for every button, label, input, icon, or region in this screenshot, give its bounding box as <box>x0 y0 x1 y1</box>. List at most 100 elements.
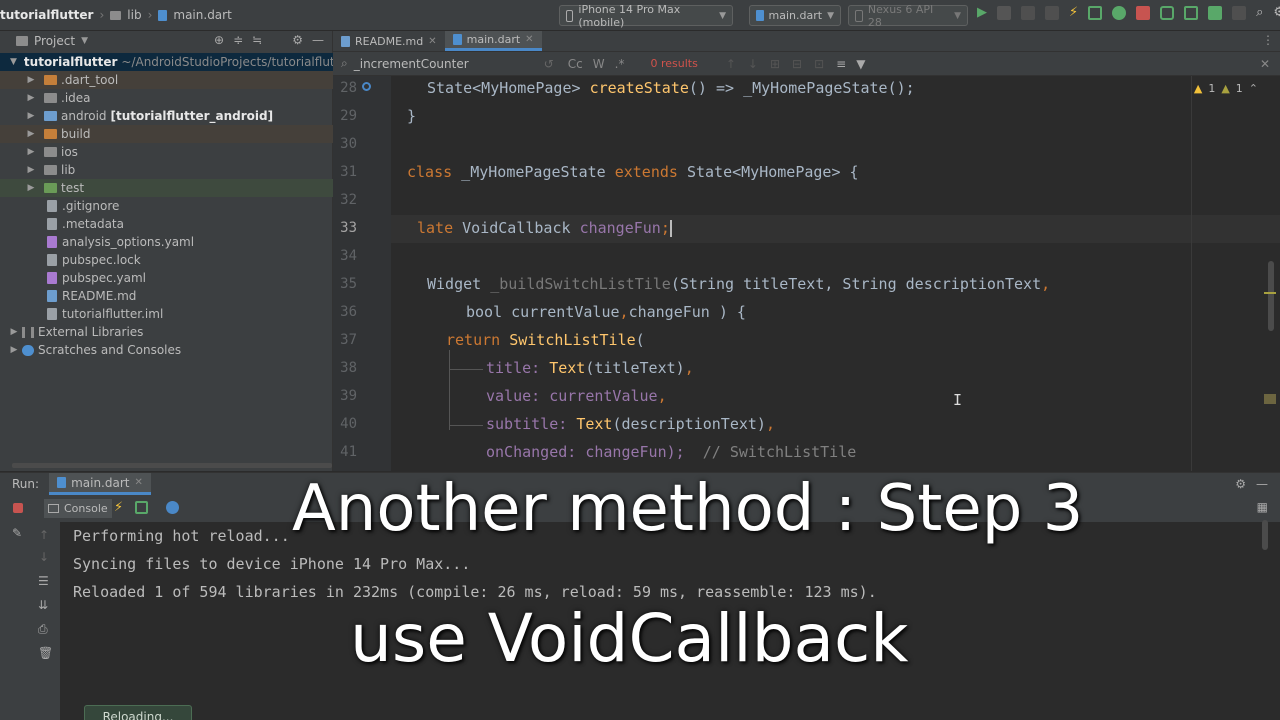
vertical-scrollbar[interactable] <box>1268 261 1274 331</box>
chevron-right-icon[interactable]: ▶ <box>26 111 36 121</box>
breadcrumb-project[interactable]: tutorialflutter <box>0 8 93 22</box>
run-tab-main-dart[interactable]: main.dart ✕ <box>49 473 151 495</box>
gear-icon[interactable]: ⚙ <box>1235 477 1246 491</box>
tree-item-iml[interactable]: tutorialflutter.iml <box>0 305 333 323</box>
sdk-manager-icon[interactable] <box>1184 6 1199 20</box>
device-manager-icon[interactable] <box>1160 6 1175 20</box>
tree-item-pubspec-yaml[interactable]: pubspec.yaml <box>0 269 333 287</box>
tree-item-gitignore[interactable]: .gitignore <box>0 197 333 215</box>
multiline-icon[interactable]: ≡ <box>836 57 846 71</box>
chevron-right-icon[interactable]: ▶ <box>26 147 36 157</box>
chevron-right-icon[interactable]: ▶ <box>9 345 19 355</box>
next-occurrence-icon[interactable]: ↓ <box>748 57 758 71</box>
error-stripe-marker[interactable] <box>1264 394 1276 404</box>
devtools-icon[interactable] <box>166 501 179 514</box>
hot-restart-icon[interactable] <box>1088 6 1103 20</box>
breadcrumb-lib[interactable]: lib <box>127 8 141 22</box>
tree-item-scratches[interactable]: ▶ Scratches and Consoles <box>0 341 333 359</box>
pin-icon[interactable]: ✎ <box>12 526 22 540</box>
add-selection-icon[interactable]: ⊞ <box>770 57 780 71</box>
horizontal-scrollbar[interactable] <box>12 463 332 468</box>
hot-reload-icon[interactable]: ⚡ <box>1069 6 1078 20</box>
stop-icon[interactable] <box>1136 6 1151 20</box>
chevron-right-icon[interactable]: ▶ <box>26 93 36 103</box>
search-icon[interactable]: ⌕ <box>1256 6 1263 20</box>
trash-icon[interactable]: 🗑 <box>38 646 53 660</box>
layout-icon[interactable]: ▦ <box>1257 500 1268 514</box>
avd-icon[interactable] <box>1208 6 1223 20</box>
tree-item-idea[interactable]: ▶ .idea <box>0 89 333 107</box>
expand-all-icon[interactable]: ≑ <box>233 33 243 47</box>
tree-item-lib[interactable]: ▶ lib <box>0 161 333 179</box>
tree-item-dart-tool[interactable]: ▶ .dart_tool <box>0 71 333 89</box>
regex-icon[interactable]: .* <box>615 57 625 71</box>
close-icon[interactable]: ✕ <box>428 36 436 47</box>
hot-restart-icon[interactable] <box>135 501 148 514</box>
chevron-right-icon[interactable]: ▶ <box>26 129 36 139</box>
close-icon[interactable]: ✕ <box>134 477 142 488</box>
code-editor[interactable]: 28 29 30 31 32 33 34 35 36 37 38 39 40 4… <box>333 76 1280 471</box>
run-icon[interactable]: ▶ <box>977 6 987 20</box>
error-stripe-marker[interactable] <box>1264 292 1276 294</box>
collapse-all-icon[interactable]: ≒ <box>252 33 262 47</box>
tab-readme[interactable]: README.md ✕ <box>333 31 445 51</box>
profile-icon[interactable] <box>1021 6 1035 20</box>
words-icon[interactable]: W <box>593 57 605 71</box>
inspection-widget[interactable]: ▲ 1 ▲ 1 ⌃ <box>1194 82 1258 95</box>
tree-item-readme[interactable]: README.md <box>0 287 333 305</box>
find-input[interactable]: _incrementCounter <box>354 57 514 71</box>
tab-main-dart[interactable]: main.dart ✕ <box>444 31 542 51</box>
tree-item-external-libraries[interactable]: ▶ External Libraries <box>0 323 333 341</box>
override-marker-icon[interactable] <box>362 82 371 91</box>
chevron-right-icon[interactable]: ▶ <box>26 75 36 85</box>
git-icon[interactable] <box>1232 6 1247 20</box>
close-icon[interactable]: ✕ <box>525 34 533 45</box>
tree-item-ios[interactable]: ▶ ios <box>0 143 333 161</box>
chevron-right-icon[interactable]: ▶ <box>9 327 19 337</box>
more-tabs-icon[interactable]: ⋮ <box>1262 33 1274 47</box>
coverage-icon[interactable] <box>1045 6 1059 20</box>
soft-wrap-icon[interactable]: ☰ <box>38 574 49 588</box>
remove-selection-icon[interactable]: ⊟ <box>792 57 802 71</box>
regex-history-icon[interactable]: ↺ <box>544 57 554 71</box>
hot-reload-icon[interactable]: ⚡ <box>114 500 123 515</box>
stop-icon[interactable] <box>13 503 23 513</box>
previous-occurrence-icon[interactable]: ↑ <box>726 57 736 71</box>
locate-icon[interactable]: ⊕ <box>214 33 224 47</box>
top-navigation-bar: tutorialflutter › lib › main.dart iPhone… <box>0 0 1280 31</box>
close-icon[interactable]: ✕ <box>1260 57 1270 71</box>
scroll-to-end-icon[interactable]: ⇊ <box>38 598 48 612</box>
tree-item-pubspec-lock[interactable]: pubspec.lock <box>0 251 333 269</box>
debug-icon[interactable] <box>997 6 1011 20</box>
chevron-right-icon[interactable]: ▶ <box>26 165 36 175</box>
tree-item-test[interactable]: ▶ test <box>0 179 333 197</box>
breadcrumb-file[interactable]: main.dart <box>173 8 231 22</box>
gear-icon[interactable]: ⚙ <box>292 33 303 47</box>
hide-icon[interactable]: — <box>312 33 324 47</box>
project-view-selector[interactable]: Project <box>34 34 75 48</box>
emulator-selector[interactable]: Nexus 6 API 28 ▼ <box>848 3 968 29</box>
hide-icon[interactable]: — <box>1256 477 1268 491</box>
up-icon[interactable]: ↑ <box>39 528 49 542</box>
tree-item-metadata[interactable]: .metadata <box>0 215 333 233</box>
chevron-up-icon[interactable]: ⌃ <box>1249 82 1258 95</box>
print-icon[interactable]: ⎙ <box>38 622 48 637</box>
run-config-selector[interactable]: main.dart ▼ <box>749 5 841 26</box>
match-case-icon[interactable]: Cc <box>568 57 583 71</box>
dart-file-icon <box>756 10 764 21</box>
chevron-right-icon[interactable]: ▶ <box>26 183 36 193</box>
tree-item-analysis-options[interactable]: analysis_options.yaml <box>0 233 333 251</box>
select-all-icon[interactable]: ⊡ <box>814 57 824 71</box>
console-tab[interactable]: Console <box>44 499 112 518</box>
device-selector[interactable]: iPhone 14 Pro Max (mobile) ▼ <box>559 3 733 29</box>
tree-item-android[interactable]: ▶ android [tutorialflutter_android] <box>0 107 333 125</box>
tree-item-build[interactable]: ▶ build <box>0 125 333 143</box>
attach-icon[interactable] <box>1112 6 1127 20</box>
tree-root-row[interactable]: ▼ tutorialflutter ~/AndroidStudioProject… <box>0 53 333 71</box>
chevron-down-icon[interactable]: ▼ <box>10 57 17 67</box>
chevron-down-icon[interactable]: ▼ <box>81 36 88 46</box>
filter-icon[interactable]: ▼ <box>856 57 865 71</box>
console-scrollbar[interactable] <box>1262 520 1268 550</box>
down-icon[interactable]: ↓ <box>39 550 49 564</box>
gear-icon[interactable]: ⚙ <box>1273 6 1280 20</box>
